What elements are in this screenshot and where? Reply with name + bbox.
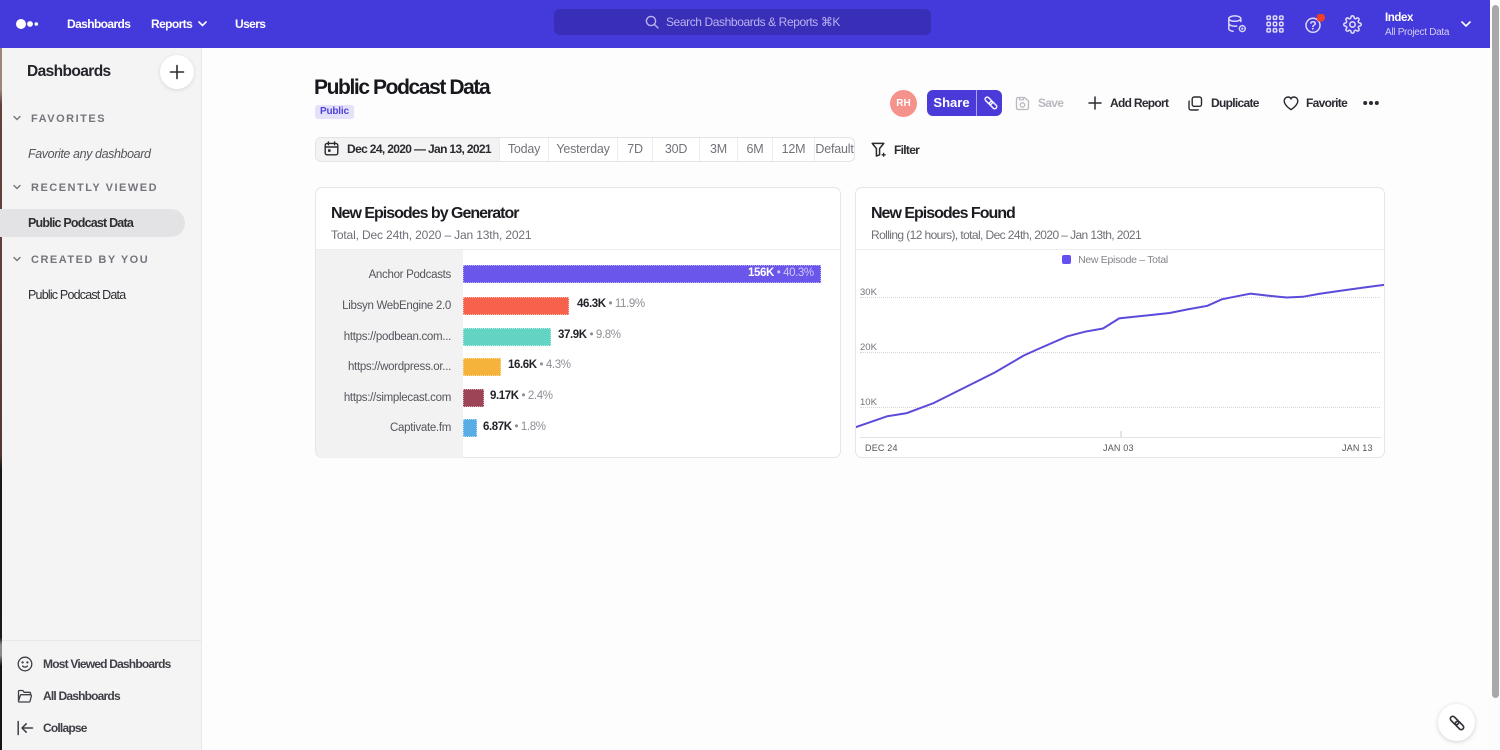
svg-text:?: ? (1309, 19, 1316, 33)
